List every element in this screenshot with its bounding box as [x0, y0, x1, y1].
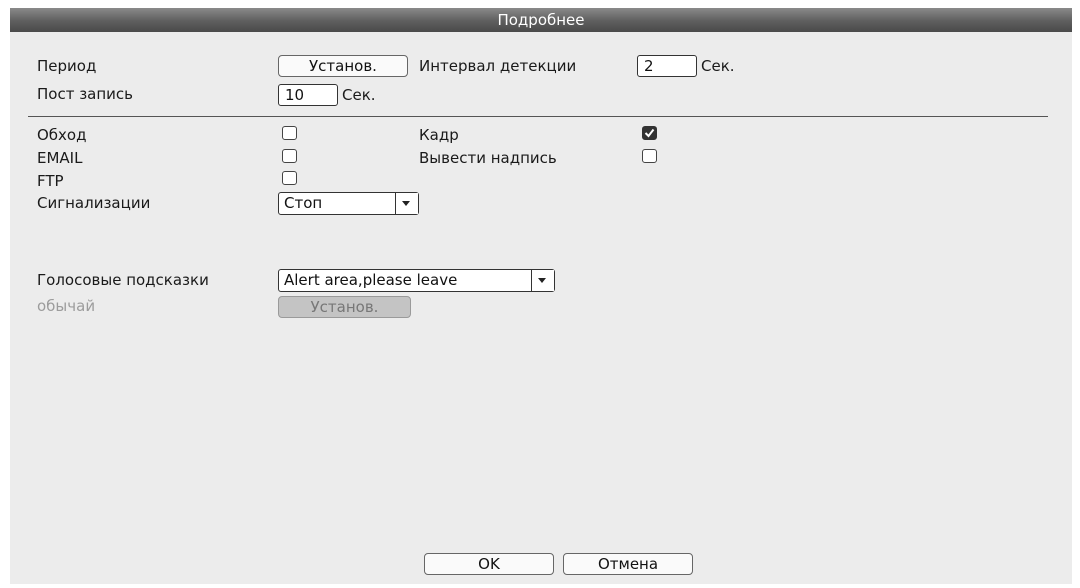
- email-label: EMAIL: [37, 149, 83, 167]
- alarm-label: Сигнализации: [37, 194, 151, 212]
- detection-interval-unit: Сек.: [701, 57, 735, 75]
- custom-label: обычай: [37, 297, 96, 315]
- voice-prompt-label: Голосовые подсказки: [37, 271, 209, 289]
- dialog-title: Подробнее: [10, 8, 1072, 32]
- voice-prompt-select[interactable]: Alert area,please leave: [278, 269, 555, 292]
- detection-interval-label: Интервал детекции: [419, 57, 577, 75]
- snapshot-checkbox[interactable]: [642, 126, 657, 140]
- post-record-label: Пост запись: [37, 85, 134, 103]
- section-divider: [28, 116, 1048, 117]
- cancel-button[interactable]: Отмена: [563, 553, 693, 575]
- alarm-select[interactable]: Стоп: [278, 192, 419, 215]
- tour-checkbox[interactable]: [282, 126, 297, 140]
- period-set-button[interactable]: Установ.: [278, 55, 408, 77]
- ok-button[interactable]: OK: [424, 553, 554, 575]
- show-message-label: Вывести надпись: [419, 149, 557, 167]
- tour-label: Обход: [37, 126, 87, 144]
- email-checkbox[interactable]: [282, 149, 297, 163]
- ftp-checkbox[interactable]: [282, 171, 297, 185]
- alarm-select-value: Стоп: [284, 194, 323, 212]
- custom-set-button: Установ.: [278, 296, 411, 318]
- post-record-unit: Сек.: [342, 86, 376, 104]
- ftp-label: FTP: [37, 172, 64, 190]
- period-label: Период: [37, 57, 97, 75]
- chevron-down-icon[interactable]: [531, 270, 554, 291]
- voice-prompt-select-value: Alert area,please leave: [284, 271, 458, 289]
- show-message-checkbox[interactable]: [642, 149, 657, 163]
- snapshot-label: Кадр: [419, 126, 459, 144]
- detection-interval-input[interactable]: 2: [637, 55, 697, 77]
- checkmark-icon: [644, 128, 655, 138]
- chevron-down-icon[interactable]: [395, 193, 418, 214]
- post-record-input[interactable]: 10: [278, 84, 338, 106]
- dialog-panel: [10, 32, 1072, 584]
